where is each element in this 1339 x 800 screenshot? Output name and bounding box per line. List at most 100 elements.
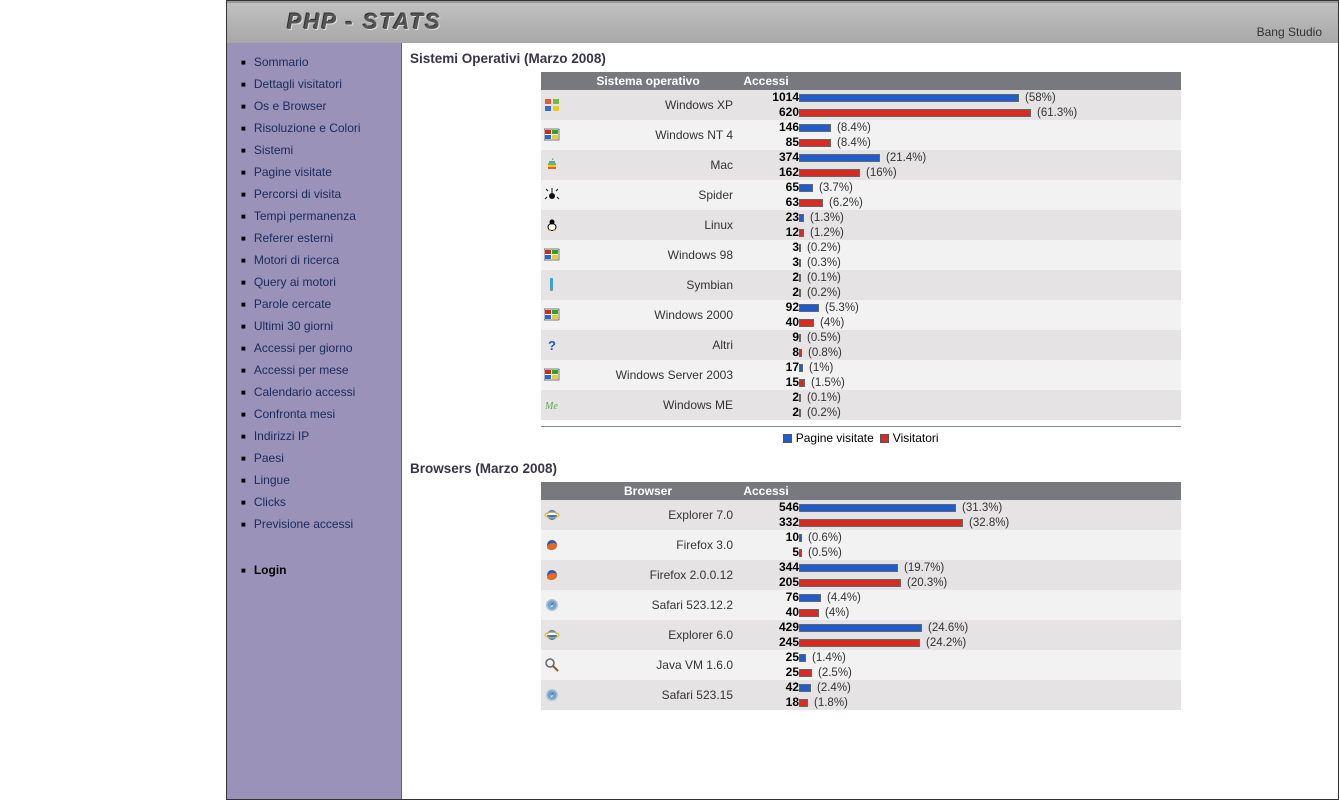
sidebar: Sommario Dettagli visitatori Os e Browser R… xyxy=(227,43,402,799)
nav-item-13[interactable]: Accessi per giorno xyxy=(254,341,353,355)
bar-pv xyxy=(799,364,803,372)
pct-vis: (2.5%) xyxy=(818,667,852,679)
pct-pv: (0.6%) xyxy=(808,532,842,544)
nav-item-14[interactable]: Accessi per mese xyxy=(254,363,349,377)
browser-bars-cell: (1.4%) (2.5%) xyxy=(799,650,1181,680)
br-col-acc: Accessi xyxy=(733,482,799,500)
os-icon-cell: Me xyxy=(541,390,563,420)
nav-item-3[interactable]: Risoluzione e Colori xyxy=(254,121,361,135)
os-accessi-cell: 22 xyxy=(733,390,799,420)
nav-item-1[interactable]: Dettagli visitatori xyxy=(254,77,342,91)
topbar: PHP - STATS Bang Studio xyxy=(227,1,1338,43)
os-row: Windows Server 20031715(1%)(1.5%) xyxy=(541,360,1181,390)
bar-pv xyxy=(799,594,821,602)
nav-item-9[interactable]: Motori di ricerca xyxy=(254,253,339,267)
pct-vis: (0.8%) xyxy=(808,347,842,359)
nav-item-4[interactable]: Sistemi xyxy=(254,143,293,157)
nav-item-18[interactable]: Paesi xyxy=(254,451,284,465)
pct-pv: (1%) xyxy=(809,362,833,374)
browser-name-cell: Firefox 3.0 xyxy=(563,530,733,560)
browser-icon-cell xyxy=(541,530,563,560)
nav-item-12[interactable]: Ultimi 30 giorni xyxy=(254,319,333,333)
browser-bars-cell: (0.6%)(0.5%) xyxy=(799,530,1181,560)
os-bars-cell: (8.4%)(8.4%) xyxy=(799,120,1181,150)
os-row: MeWindows ME22(0.1%)(0.2%) xyxy=(541,390,1181,420)
br-col-bars xyxy=(799,482,1181,500)
nav-item-21[interactable]: Previsione accessi xyxy=(254,517,353,531)
nav-item-10[interactable]: Query ai motori xyxy=(254,275,336,289)
os-name-cell: Windows XP xyxy=(563,90,733,120)
os-accessi-cell: 9240 xyxy=(733,300,799,330)
browser-bars-cell: (19.7%)(20.3%) xyxy=(799,560,1181,590)
bar-vis xyxy=(799,699,808,707)
nav-item-19[interactable]: Lingue xyxy=(254,473,290,487)
bar-pv xyxy=(799,184,813,192)
browser-name-cell: Safari 523.15 xyxy=(563,680,733,710)
os-name-cell: Windows Server 2003 xyxy=(563,360,733,390)
os-name-cell: Spider xyxy=(563,180,733,210)
os-row: Windows NT 414685(8.4%)(8.4%) xyxy=(541,120,1181,150)
nav-login[interactable]: Login xyxy=(254,563,287,577)
os-row: Mac374162(21.4%)(16%) xyxy=(541,150,1181,180)
pct-vis: (1.5%) xyxy=(811,377,845,389)
bar-pv xyxy=(799,564,898,572)
ie-icon xyxy=(544,627,560,643)
bar-pv xyxy=(799,394,801,402)
pct-vis: (4%) xyxy=(825,607,849,619)
pct-pv: (0.2%) xyxy=(807,242,841,254)
nav-item-17[interactable]: Indirizzi IP xyxy=(254,429,309,443)
pct-pv: (1.4%) xyxy=(812,652,846,664)
os-accessi-cell: 374162 xyxy=(733,150,799,180)
bar-vis xyxy=(799,669,812,677)
brand-name: Bang Studio xyxy=(1257,25,1322,39)
os-icon-cell xyxy=(541,270,563,300)
pct-pv: (31.3%) xyxy=(962,502,1002,514)
os-row: Symbian22(0.1%)(0.2%) xyxy=(541,270,1181,300)
browser-bars-cell: (24.6%)(24.2%) xyxy=(799,620,1181,650)
pct-pv: (4.4%) xyxy=(827,592,861,604)
nav-item-15[interactable]: Calendario accessi xyxy=(254,385,355,399)
os-accessi-cell: 2312 xyxy=(733,210,799,240)
os-table: Sistema operativo Accessi Windows XP1014… xyxy=(541,72,1181,420)
bar-pv xyxy=(799,124,831,132)
nav-item-8[interactable]: Referer esterni xyxy=(254,231,333,245)
nav-item-0[interactable]: Sommario xyxy=(254,55,309,69)
os-row: ?Altri98(0.5%)(0.8%) xyxy=(541,330,1181,360)
nav-item-5[interactable]: Pagine visitate xyxy=(254,165,332,179)
pct-pv: (1.3%) xyxy=(810,212,844,224)
os-icon-cell xyxy=(541,300,563,330)
svg-text:?: ? xyxy=(548,338,556,353)
bar-vis xyxy=(799,609,819,617)
os-row: Linux2312(1.3%)(1.2%) xyxy=(541,210,1181,240)
os-bars-cell: (58%) (61.3%) xyxy=(799,90,1181,120)
os-accessi-cell: 14685 xyxy=(733,120,799,150)
os-name-cell: Altri xyxy=(563,330,733,360)
bar-vis xyxy=(799,109,1031,117)
os-name-cell: Symbian xyxy=(563,270,733,300)
browser-name-cell: Java VM 1.6.0 xyxy=(563,650,733,680)
pct-vis: (61.3%) xyxy=(1037,107,1077,119)
os-bars-cell: (21.4%) (16%) xyxy=(799,150,1181,180)
pct-pv: (58%) xyxy=(1025,92,1056,104)
legend-swatch-red xyxy=(880,434,889,443)
nav-item-2[interactable]: Os e Browser xyxy=(254,99,327,113)
browser-accessi-cell: 4218 xyxy=(733,680,799,710)
bar-pv xyxy=(799,94,1019,102)
pct-pv: (21.4%) xyxy=(886,152,926,164)
nav-item-7[interactable]: Tempi permanenza xyxy=(254,209,356,223)
nav-item-11[interactable]: Parole cercate xyxy=(254,297,331,311)
browser-accessi-cell: 7640 xyxy=(733,590,799,620)
nav-list: Sommario Dettagli visitatori Os e Browser R… xyxy=(233,53,393,583)
bar-vis xyxy=(799,259,801,267)
spider-icon xyxy=(544,187,560,203)
browser-row: Firefox 3.0105(0.6%)(0.5%) xyxy=(541,530,1181,560)
bar-vis xyxy=(799,409,801,417)
os-name-cell: Linux xyxy=(563,210,733,240)
pct-vis: (20.3%) xyxy=(907,577,947,589)
bar-vis xyxy=(799,379,805,387)
pct-vis: (6.2%) xyxy=(829,197,863,209)
nav-item-20[interactable]: Clicks xyxy=(254,495,286,509)
nav-item-6[interactable]: Percorsi di visita xyxy=(254,187,341,201)
pct-vis: (16%) xyxy=(866,167,897,179)
nav-item-16[interactable]: Confronta mesi xyxy=(254,407,335,421)
